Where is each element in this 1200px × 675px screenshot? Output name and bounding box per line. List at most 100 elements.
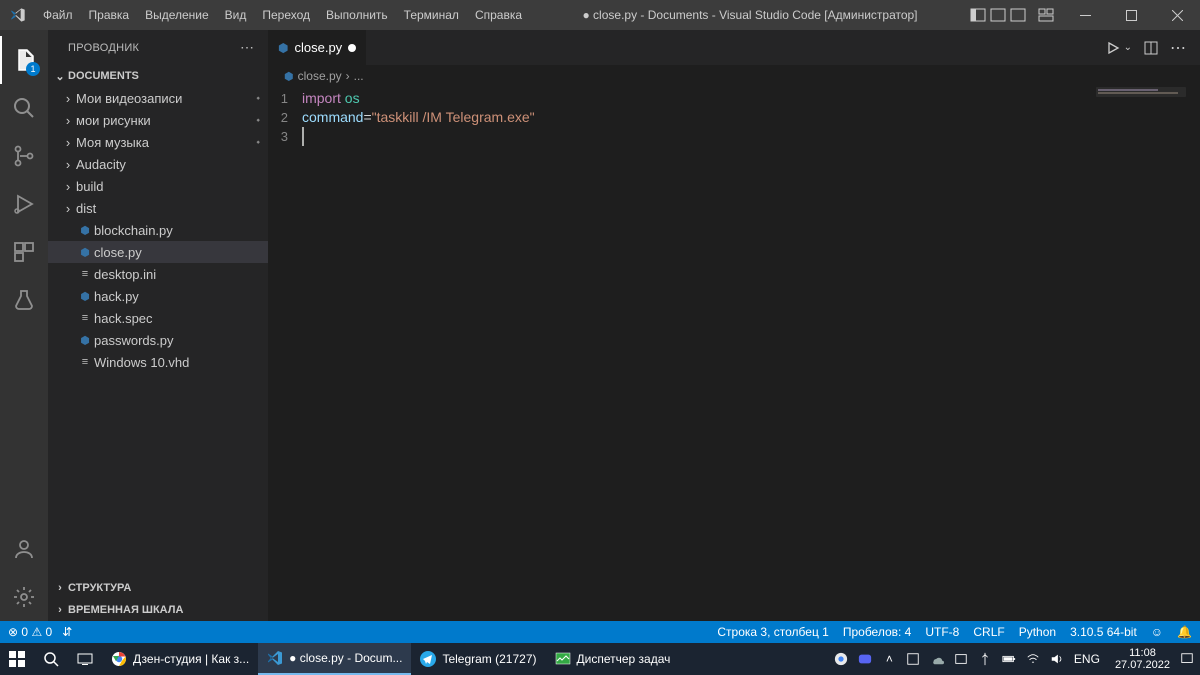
code-line[interactable]: [302, 127, 535, 151]
status-python-env[interactable]: 3.10.5 64-bit: [1070, 625, 1137, 639]
tray-chevron-up-icon[interactable]: ˄: [882, 652, 897, 667]
tray-onedrive-icon[interactable]: [930, 652, 945, 667]
activity-search-icon[interactable]: [0, 84, 48, 132]
tray-language[interactable]: ENG: [1074, 652, 1100, 666]
warning-count: 0: [46, 625, 53, 639]
tray-discord-icon[interactable]: [858, 652, 873, 667]
file-item[interactable]: ⬢hack.py: [48, 285, 268, 307]
tray-security-icon[interactable]: [954, 652, 969, 667]
status-bell-icon[interactable]: 🔔: [1177, 625, 1192, 639]
file-item[interactable]: ⬢passwords.py: [48, 329, 268, 351]
layout-panel-right-icon[interactable]: [1010, 8, 1026, 22]
status-language[interactable]: Python: [1019, 625, 1056, 639]
menu-file[interactable]: Файл: [35, 0, 81, 30]
file-item[interactable]: ≡hack.spec: [48, 307, 268, 329]
explorer-more-icon[interactable]: ⋯: [240, 39, 256, 56]
folder-item[interactable]: ›Audacity: [48, 153, 268, 175]
taskbar-app-vscode[interactable]: ● close.py - Docum...: [258, 643, 411, 675]
status-problems[interactable]: ⊗ 0 ⚠ 0: [8, 625, 52, 639]
start-button[interactable]: [0, 643, 34, 675]
layout-panel-bottom-icon[interactable]: [990, 8, 1006, 22]
status-feedback-icon[interactable]: ☺: [1151, 625, 1163, 639]
customize-layout-icon[interactable]: [1038, 8, 1054, 22]
vscode-logo-icon: [0, 7, 35, 23]
timeline-section[interactable]: › ВРЕМЕННАЯ ШКАЛА: [48, 599, 268, 621]
tray-wifi-icon[interactable]: [1026, 652, 1041, 667]
editor-more-icon[interactable]: ⋯: [1170, 38, 1188, 58]
file-item[interactable]: ≡Windows 10.vhd: [48, 351, 268, 373]
outline-section[interactable]: › СТРУКТУРА: [48, 577, 268, 599]
menu-run[interactable]: Выполнить: [318, 0, 396, 30]
taskbar-clock[interactable]: 11:08 27.07.2022: [1109, 647, 1170, 671]
editor-layout-controls[interactable]: [970, 8, 1062, 22]
menu-go[interactable]: Переход: [254, 0, 318, 30]
menu-selection[interactable]: Выделение: [137, 0, 217, 30]
chevron-right-icon: ›: [60, 179, 76, 194]
chevron-right-icon: ›: [60, 157, 76, 172]
folder-item[interactable]: ›мои рисунки⬩: [48, 109, 268, 131]
status-ports-icon[interactable]: ⇵: [62, 625, 72, 639]
status-encoding[interactable]: UTF-8: [925, 625, 959, 639]
status-cursor-pos[interactable]: Строка 3, столбец 1: [717, 625, 828, 639]
tree-item-label: build: [76, 179, 268, 194]
file-item[interactable]: ⬢blockchain.py: [48, 219, 268, 241]
git-decorator-icon: ⬩: [256, 137, 268, 148]
file-item[interactable]: ⬢close.py: [48, 241, 268, 263]
activity-testing-icon[interactable]: [0, 276, 48, 324]
run-file-icon[interactable]: [1106, 41, 1120, 55]
text-cursor: [302, 127, 304, 146]
code-line[interactable]: command="taskkill /IM Telegram.exe": [302, 108, 535, 127]
menu-help[interactable]: Справка: [467, 0, 530, 30]
notification-center-icon[interactable]: [1179, 652, 1194, 667]
menu-terminal[interactable]: Терминал: [396, 0, 467, 30]
code-line[interactable]: import os: [302, 89, 535, 108]
tray-usb-icon[interactable]: [978, 652, 993, 667]
tray-volume-icon[interactable]: [1050, 652, 1065, 667]
activity-extensions-icon[interactable]: [0, 228, 48, 276]
file-item[interactable]: ≡desktop.ini: [48, 263, 268, 285]
taskmgr-icon: [555, 651, 571, 667]
breadcrumb[interactable]: ⬢ close.py › ...: [268, 65, 1200, 87]
activity-explorer-icon[interactable]: 1: [0, 36, 48, 84]
warning-icon: ⚠: [31, 625, 42, 639]
minimap[interactable]: [1096, 87, 1186, 97]
tray-battery-icon[interactable]: [1002, 652, 1017, 667]
split-editor-icon[interactable]: [1144, 41, 1158, 55]
activity-settings-icon[interactable]: [0, 573, 48, 621]
activity-scm-icon[interactable]: [0, 132, 48, 180]
menu-edit[interactable]: Правка: [81, 0, 138, 30]
taskbar-app-taskmgr[interactable]: Диспетчер задач: [546, 643, 680, 675]
tab-close-py[interactable]: ⬢ close.py: [268, 30, 367, 65]
outline-label: СТРУКТУРА: [68, 582, 131, 594]
breadcrumb-tail[interactable]: ...: [354, 69, 364, 83]
folder-root[interactable]: ⌄ DOCUMENTS: [48, 65, 268, 87]
chevron-right-icon: ›: [60, 135, 76, 150]
breadcrumb-file[interactable]: close.py: [298, 69, 342, 83]
tray-app-icon[interactable]: [906, 652, 921, 667]
menu-view[interactable]: Вид: [217, 0, 255, 30]
task-view-icon[interactable]: [68, 643, 102, 675]
folder-item[interactable]: ›build: [48, 175, 268, 197]
tree-item-label: desktop.ini: [94, 267, 268, 282]
maximize-button[interactable]: [1108, 0, 1154, 30]
folder-item[interactable]: ›Мои видеозаписи⬩: [48, 87, 268, 109]
window-title: ● close.py - Documents - Visual Studio C…: [530, 8, 970, 22]
close-button[interactable]: [1154, 0, 1200, 30]
activity-account-icon[interactable]: [0, 525, 48, 573]
activity-debug-icon[interactable]: [0, 180, 48, 228]
status-indentation[interactable]: Пробелов: 4: [843, 625, 912, 639]
status-eol[interactable]: CRLF: [973, 625, 1004, 639]
folder-item[interactable]: ›Моя музыка⬩: [48, 131, 268, 153]
code-editor[interactable]: 123 import oscommand="taskkill /IM Teleg…: [268, 87, 1200, 151]
tree-item-label: hack.py: [94, 289, 268, 304]
taskbar-search-icon[interactable]: [34, 643, 68, 675]
file-icon: ≡: [76, 268, 94, 280]
minimize-button[interactable]: [1062, 0, 1108, 30]
layout-panel-left-icon[interactable]: [970, 8, 986, 22]
folder-item[interactable]: ›dist: [48, 197, 268, 219]
taskbar-app-chrome[interactable]: Дзен-студия | Как з...: [102, 643, 258, 675]
python-file-icon: ⬢: [76, 246, 94, 259]
taskbar-app-telegram[interactable]: Telegram (21727): [411, 643, 545, 675]
tray-chrome-icon[interactable]: [834, 652, 849, 667]
run-dropdown-icon[interactable]: ⌄: [1124, 42, 1132, 53]
